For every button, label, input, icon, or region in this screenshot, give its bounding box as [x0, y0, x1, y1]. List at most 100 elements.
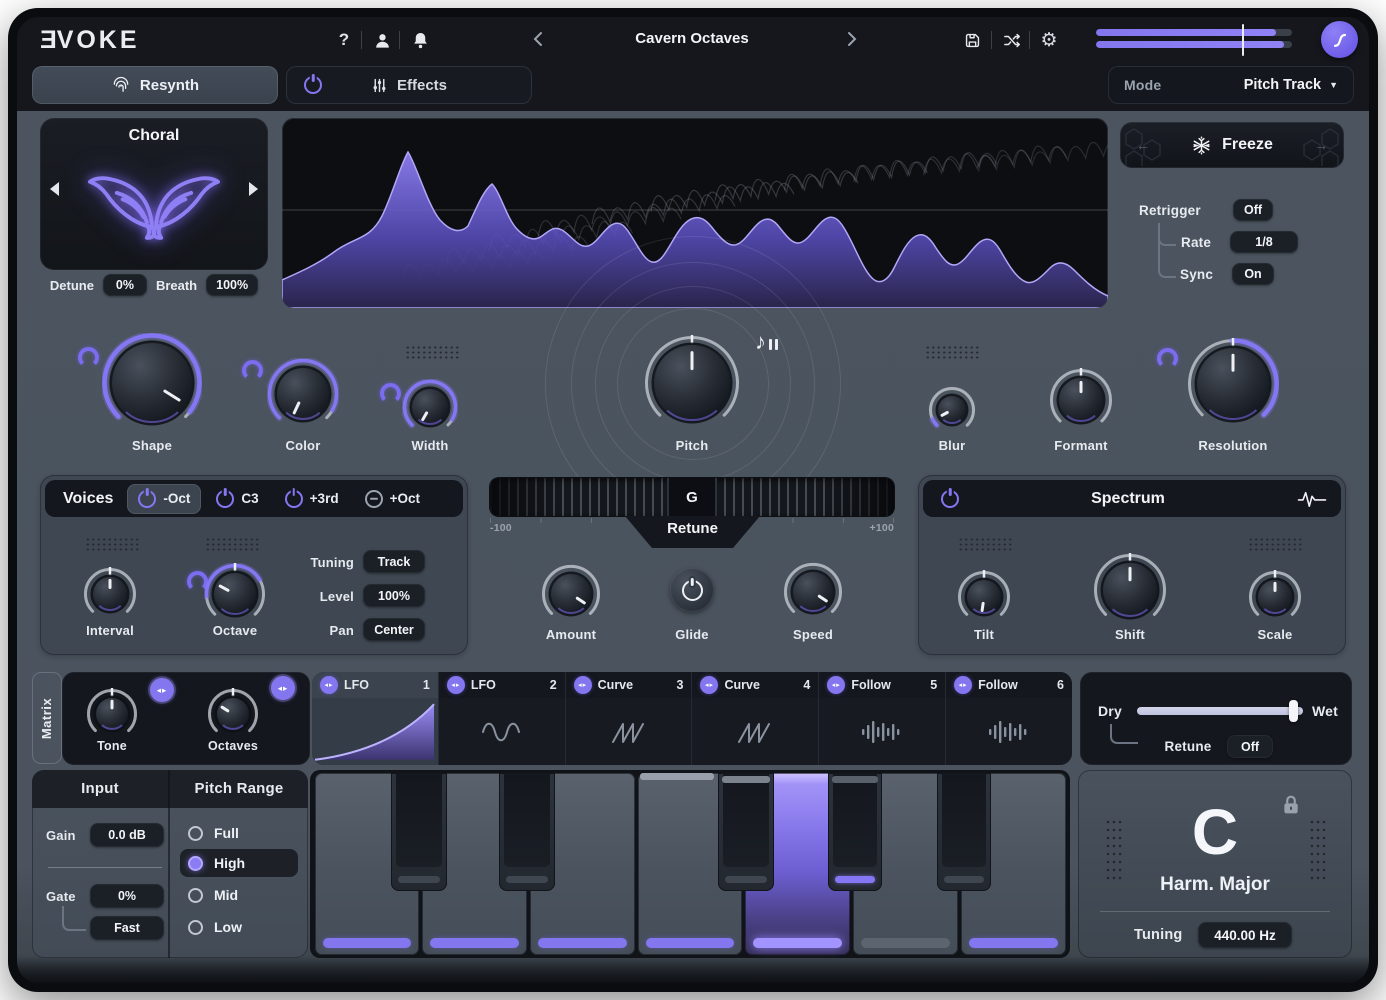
randomize-shuffle-icon[interactable] — [1001, 29, 1023, 51]
help-button[interactable]: ? — [333, 29, 355, 51]
stereo-badge[interactable]: ◂▸ — [700, 676, 718, 694]
output-level-slider[interactable] — [1096, 27, 1292, 53]
piano-keyboard — [310, 770, 1070, 958]
spectrum-power-icon[interactable] — [941, 490, 959, 508]
tone-stereo-badge[interactable]: ◂▸ — [150, 678, 174, 702]
voice-tab-3rd-up[interactable]: +3rd — [274, 484, 350, 514]
piano-key-black-asharp[interactable] — [937, 773, 991, 891]
radio-icon[interactable] — [188, 920, 203, 935]
rate-value[interactable]: 1/8 — [1230, 231, 1298, 253]
piano-key-black-fsharp[interactable] — [718, 773, 774, 891]
effects-power-icon[interactable] — [304, 76, 322, 94]
root-note[interactable]: C — [1078, 798, 1352, 866]
saw-wave-icon — [609, 718, 649, 746]
level-value[interactable]: 100% — [363, 584, 425, 607]
resolution-knob[interactable] — [1187, 338, 1279, 430]
key-indicator — [646, 938, 735, 948]
preset-next-button[interactable] — [845, 31, 861, 49]
scale-name[interactable]: Harm. Major — [1078, 874, 1352, 896]
gate-value[interactable]: 0% — [90, 884, 164, 908]
mod-slot-follow-6[interactable]: ◂▸ Follow 6 — [946, 672, 1072, 765]
tone-knob[interactable] — [86, 688, 138, 740]
drywet-retune-value[interactable]: Off — [1227, 735, 1273, 758]
mod-slot-curve-3[interactable]: ◂▸ Curve 3 — [566, 672, 693, 765]
breath-value[interactable]: 100% — [206, 274, 258, 296]
drywet-slider-handle[interactable] — [1289, 700, 1298, 722]
choral-values-row: Detune 0% Breath 100% — [40, 274, 268, 296]
bypass-power-button[interactable] — [1321, 21, 1358, 58]
stereo-badge[interactable]: ◂▸ — [574, 676, 592, 694]
pitch-range-option-full[interactable]: Full — [188, 825, 239, 841]
key-indicator — [398, 876, 440, 883]
pitch-range-option-low[interactable]: Low — [188, 919, 242, 935]
stereo-badge[interactable]: ◂▸ — [954, 676, 972, 694]
speed-knob[interactable] — [783, 562, 843, 622]
shift-knob[interactable] — [1093, 553, 1167, 627]
stereo-badge[interactable]: ◂▸ — [447, 676, 465, 694]
tab-effects[interactable]: Effects — [286, 66, 532, 104]
settings-gear-icon[interactable]: ⚙ — [1038, 29, 1060, 51]
account-icon[interactable] — [371, 29, 393, 51]
piano-key-black-gsharp[interactable] — [828, 773, 882, 891]
divider — [1029, 31, 1030, 49]
meter-marker[interactable] — [1242, 24, 1244, 56]
octave-knob[interactable] — [204, 563, 266, 625]
pan-value[interactable]: Center — [363, 618, 425, 641]
tilt-knob[interactable] — [957, 570, 1011, 624]
stereo-badge[interactable]: ◂▸ — [827, 676, 845, 694]
mod-slot-curve-4[interactable]: ◂▸ Curve 4 — [692, 672, 819, 765]
blur-knob[interactable] — [928, 386, 976, 434]
sync-value[interactable]: On — [1232, 263, 1274, 285]
piano-key-black-csharp[interactable] — [391, 773, 447, 891]
retrigger-value[interactable]: Off — [1233, 199, 1273, 221]
preset-name[interactable]: Cavern Octaves — [572, 30, 812, 47]
voice-power-icon[interactable] — [216, 490, 234, 508]
mode-select[interactable]: Mode Pitch Track ▼ — [1108, 66, 1354, 104]
freeze-button[interactable]: ← → Freeze — [1120, 122, 1344, 168]
drywet-slider[interactable] — [1137, 707, 1303, 715]
color-knob[interactable] — [267, 358, 339, 430]
gate-speed-value[interactable]: Fast — [90, 916, 164, 940]
mod-slot-follow-5[interactable]: ◂▸ Follow 5 — [819, 672, 946, 765]
save-icon[interactable] — [961, 29, 983, 51]
preset-prev-button[interactable] — [531, 31, 547, 49]
range-strip — [640, 773, 714, 780]
piano-key-black-dsharp[interactable] — [499, 773, 555, 891]
octaves-stereo-badge[interactable]: ◂▸ — [271, 676, 295, 700]
width-knob[interactable] — [402, 379, 458, 435]
choral-next-arrow[interactable] — [249, 182, 258, 196]
formant-knob[interactable] — [1049, 368, 1113, 432]
radio-icon[interactable] — [188, 888, 203, 903]
octaves-knob[interactable] — [207, 688, 259, 740]
amount-knob[interactable] — [541, 564, 601, 624]
detune-value[interactable]: 0% — [103, 274, 147, 296]
scale-knob[interactable] — [1248, 570, 1302, 624]
notifications-bell-icon[interactable] — [409, 29, 431, 51]
shape-knob[interactable] — [102, 333, 202, 433]
tab-resynth[interactable]: Resynth — [32, 66, 278, 104]
radio-selected-icon[interactable] — [188, 856, 203, 871]
voice-tab-oct-down[interactable]: -Oct — [127, 484, 201, 514]
voice-tab-oct-up[interactable]: +Oct — [354, 484, 431, 514]
voice-disabled-icon[interactable] — [365, 490, 383, 508]
gain-value[interactable]: 0.0 dB — [90, 823, 164, 847]
pitch-knob[interactable] — [644, 335, 740, 431]
master-tuning-value[interactable]: 440.00 Hz — [1198, 922, 1292, 948]
pitch-range-option-mid[interactable]: Mid — [188, 887, 238, 903]
mod-slot-lfo-1[interactable]: ◂▸ LFO 1 — [312, 672, 439, 765]
stereo-badge[interactable]: ◂▸ — [320, 676, 338, 694]
input-pitchrange-panel: Input Pitch Range Gain 0.0 dB Gate 0% Fa… — [32, 770, 308, 958]
pitch-range-option-high[interactable]: High — [188, 855, 245, 871]
choral-prev-arrow[interactable] — [50, 182, 59, 196]
retune-note-jog-wheel[interactable]: G — [490, 478, 894, 516]
connector — [1158, 223, 1176, 278]
voice-power-icon[interactable] — [138, 490, 156, 508]
sine-wave-icon — [481, 718, 523, 746]
mod-slot-lfo-2[interactable]: ◂▸ LFO 2 — [439, 672, 566, 765]
tuning-value[interactable]: Track — [363, 550, 425, 573]
voice-tab-c3[interactable]: C3 — [205, 484, 269, 514]
interval-knob[interactable] — [83, 567, 137, 621]
radio-icon[interactable] — [188, 826, 203, 841]
glide-toggle-button[interactable] — [670, 568, 714, 612]
voice-power-icon[interactable] — [285, 490, 303, 508]
